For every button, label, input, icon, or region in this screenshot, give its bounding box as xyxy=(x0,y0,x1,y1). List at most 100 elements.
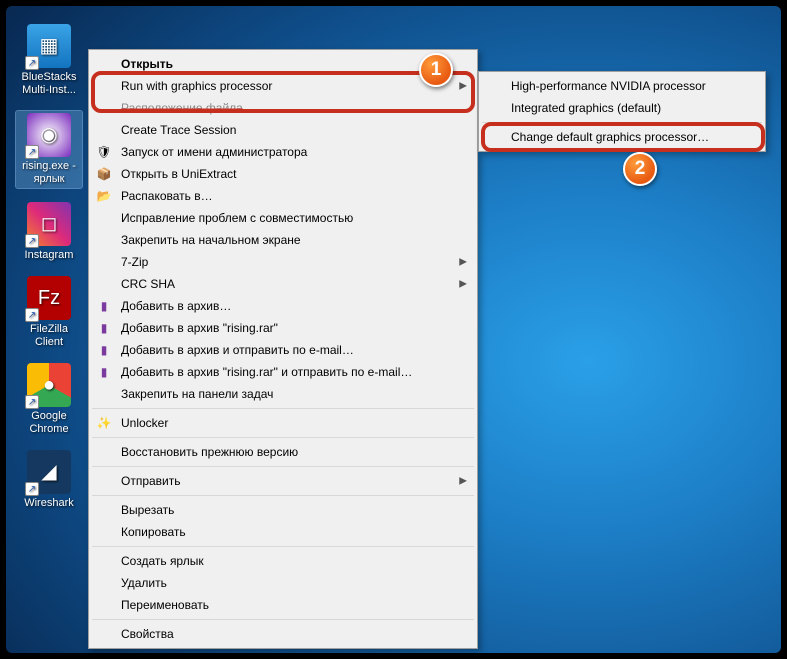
menu-item-label: Create Trace Session xyxy=(121,123,236,137)
menu-crc[interactable]: CRC SHA ▶ xyxy=(91,273,475,295)
menu-item-label: High-performance NVIDIA processor xyxy=(511,79,706,93)
desktop-icon-label: Google Chrome xyxy=(16,410,82,436)
menu-item-label: Добавить в архив "rising.rar" и отправит… xyxy=(121,365,412,379)
desktop-icon-label: BlueStacks Multi-Inst... xyxy=(16,71,82,97)
shortcut-arrow-icon: ↗ xyxy=(25,234,39,248)
submenu-integrated[interactable]: Integrated graphics (default) xyxy=(481,97,763,119)
chevron-right-icon: ▶ xyxy=(459,81,467,92)
menu-item-label: Добавить в архив и отправить по e-mail… xyxy=(121,343,354,357)
shortcut-arrow-icon: ↗ xyxy=(25,56,39,70)
winrar-icon: ▮ xyxy=(95,297,113,315)
menu-separator xyxy=(92,546,474,547)
menu-item-label: Исправление проблем с совместимостью xyxy=(121,211,353,225)
menu-item-label: Свойства xyxy=(121,627,174,641)
menu-item-label: Распаковать в… xyxy=(121,189,213,203)
menu-rar-email[interactable]: ▮Добавить в архив "rising.rar" и отправи… xyxy=(91,361,475,383)
menu-separator xyxy=(92,495,474,496)
shortcut-arrow-icon: ↗ xyxy=(25,482,39,496)
desktop-wallpaper: ▦↗ BlueStacks Multi-Inst... ◉↗ rising.exe -… xyxy=(6,6,781,653)
shortcut-arrow-icon: ↗ xyxy=(25,308,39,322)
desktop-icon-label: rising.exe - ярлык xyxy=(16,160,82,186)
menu-create-shortcut[interactable]: Создать ярлык xyxy=(91,550,475,572)
menu-delete[interactable]: Удалить xyxy=(91,572,475,594)
desktop-icon[interactable]: ●↗ Google Chrome xyxy=(16,363,82,436)
menu-send[interactable]: Отправить ▶ xyxy=(91,470,475,492)
extract-icon: 📦 xyxy=(95,165,113,183)
menu-compat[interactable]: Исправление проблем с совместимостью xyxy=(91,207,475,229)
app-icon: ◢↗ xyxy=(27,450,71,494)
chevron-right-icon: ▶ xyxy=(459,257,467,268)
menu-separator xyxy=(92,619,474,620)
menu-item-label: Добавить в архив… xyxy=(121,299,231,313)
menu-separator xyxy=(482,122,762,123)
menu-item-label: Удалить xyxy=(121,576,167,590)
menu-cut[interactable]: Вырезать xyxy=(91,499,475,521)
menu-properties[interactable]: Свойства xyxy=(91,623,475,645)
menu-item-label: Открыть в UniExtract xyxy=(121,167,237,181)
annotation-badge-2: 2 xyxy=(623,152,657,186)
menu-uniextract[interactable]: 📦 Открыть в UniExtract xyxy=(91,163,475,185)
menu-item-label: Копировать xyxy=(121,525,186,539)
menu-item-label: Расположение файла xyxy=(121,101,243,115)
menu-item-label: Добавить в архив "rising.rar" xyxy=(121,321,278,335)
chevron-right-icon: ▶ xyxy=(459,279,467,290)
desktop-icon[interactable]: ▦↗ BlueStacks Multi-Inst... xyxy=(16,24,82,97)
menu-copy[interactable]: Копировать xyxy=(91,521,475,543)
menu-item-label: Восстановить прежнюю версию xyxy=(121,445,298,459)
shield-icon: 🛡 xyxy=(95,143,113,161)
menu-7zip[interactable]: 7-Zip ▶ xyxy=(91,251,475,273)
app-icon: ◉↗ xyxy=(27,113,71,157)
menu-item-label: Закрепить на начальном экране xyxy=(121,233,301,247)
submenu-nvidia[interactable]: High-performance NVIDIA processor xyxy=(481,75,763,97)
desktop-icon-label: Instagram xyxy=(25,249,74,262)
unpack-icon: 📂 xyxy=(95,187,113,205)
menu-item-label: Закрепить на панели задач xyxy=(121,387,273,401)
desktop-icon[interactable]: ◢↗ Wireshark xyxy=(16,450,82,510)
menu-run-admin[interactable]: 🛡 Запуск от имени администратора xyxy=(91,141,475,163)
menu-item-label: Change default graphics processor… xyxy=(511,130,709,144)
menu-add-rar[interactable]: ▮ Добавить в архив "rising.rar" xyxy=(91,317,475,339)
shortcut-arrow-icon: ↗ xyxy=(25,395,39,409)
menu-item-label: Unlocker xyxy=(121,416,168,430)
menu-item-label: Вырезать xyxy=(121,503,174,517)
app-icon: ◻↗ xyxy=(27,202,71,246)
menu-pin-taskbar[interactable]: Закрепить на панели задач xyxy=(91,383,475,405)
menu-create-trace[interactable]: Create Trace Session xyxy=(91,119,475,141)
menu-item-label: Открыть xyxy=(121,57,173,71)
menu-restore[interactable]: Восстановить прежнюю версию xyxy=(91,441,475,463)
app-icon: ●↗ xyxy=(27,363,71,407)
menu-item-label: Запуск от имени администратора xyxy=(121,145,307,159)
menu-open[interactable]: Открыть xyxy=(91,53,475,75)
menu-add-archive[interactable]: ▮ Добавить в архив… xyxy=(91,295,475,317)
app-icon: Fz↗ xyxy=(27,276,71,320)
menu-item-label: Run with graphics processor xyxy=(121,79,272,93)
chevron-right-icon: ▶ xyxy=(459,476,467,487)
winrar-icon: ▮ xyxy=(95,341,113,359)
desktop-icon[interactable]: ◻↗ Instagram xyxy=(16,202,82,262)
context-menu-main: Открыть Run with graphics processor ▶ Рас… xyxy=(88,49,478,649)
menu-file-location[interactable]: Расположение файла xyxy=(91,97,475,119)
menu-item-label: CRC SHA xyxy=(121,277,175,291)
submenu-change-default[interactable]: Change default graphics processor… xyxy=(481,126,763,148)
menu-pin-start[interactable]: Закрепить на начальном экране xyxy=(91,229,475,251)
menu-item-label: Integrated graphics (default) xyxy=(511,101,661,115)
desktop-icon[interactable]: ◉↗ rising.exe - ярлык xyxy=(16,111,82,188)
menu-item-label: 7-Zip xyxy=(121,255,148,269)
menu-separator xyxy=(92,437,474,438)
app-icon: ▦↗ xyxy=(27,24,71,68)
desktop-icon[interactable]: Fz↗FileZilla Client xyxy=(16,276,82,349)
menu-rename[interactable]: Переименовать xyxy=(91,594,475,616)
winrar-icon: ▮ xyxy=(95,319,113,337)
menu-run-gpu[interactable]: Run with graphics processor ▶ xyxy=(91,75,475,97)
desktop-icon-label: Wireshark xyxy=(24,497,74,510)
menu-unpack[interactable]: 📂 Распаковать в… xyxy=(91,185,475,207)
menu-unlocker[interactable]: ✨Unlocker xyxy=(91,412,475,434)
menu-separator xyxy=(92,408,474,409)
menu-separator xyxy=(92,466,474,467)
context-menu-gpu-submenu: High-performance NVIDIA processor Integr… xyxy=(478,71,766,152)
menu-item-label: Отправить xyxy=(121,474,181,488)
menu-archive-email[interactable]: ▮ Добавить в архив и отправить по e-mail… xyxy=(91,339,475,361)
menu-item-label: Создать ярлык xyxy=(121,554,204,568)
menu-item-label: Переименовать xyxy=(121,598,209,612)
shortcut-arrow-icon: ↗ xyxy=(25,145,39,159)
